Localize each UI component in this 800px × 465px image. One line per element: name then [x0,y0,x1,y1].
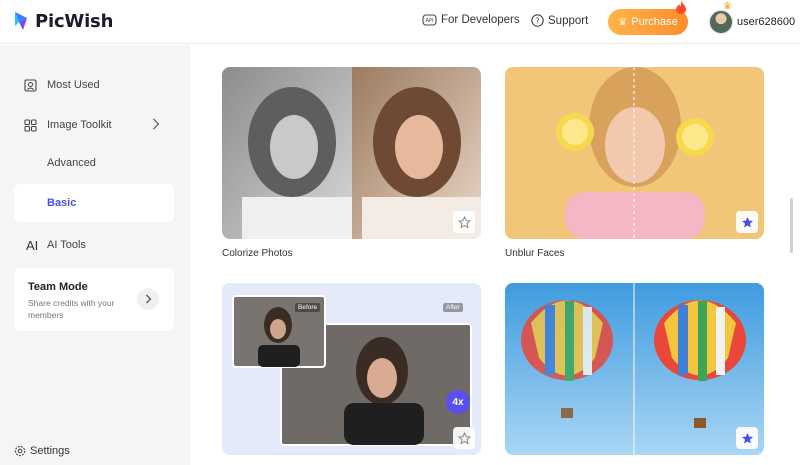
user-avatar[interactable] [709,10,733,34]
page-scrollbar[interactable] [790,198,793,253]
upscale-card[interactable]: Before After 4x [222,283,481,455]
favorite-star-icon[interactable] [453,211,475,233]
team-mode-title: Team Mode [28,281,88,293]
ai-icon: AI [26,237,39,253]
for-developers-link[interactable]: API For Developers [422,14,520,26]
favorite-star-icon[interactable] [736,211,758,233]
balloon-preview-image [505,283,764,455]
card-title: Unblur Faces [505,248,565,259]
vip-crown-icon: ♛ [723,1,732,12]
sidebar-item-label: Advanced [47,157,96,169]
chevron-right-icon[interactable] [137,288,159,310]
colorize-photos-card[interactable] [222,67,481,239]
sidebar-item-label: Basic [47,197,77,209]
top-header: PicWish API For Developers ? Support ♛ P… [0,0,800,44]
after-tag: After [443,303,463,312]
svg-text:?: ? [535,16,539,25]
balloon-enhance-card[interactable] [505,283,764,455]
settings-link[interactable]: Settings [14,445,70,457]
team-mode-description: Share credits with your members [28,298,115,320]
brand-name: PicWish [35,10,114,32]
help-circle-icon: ? [531,14,544,27]
sidebar-item-basic[interactable]: Basic [14,184,174,222]
unblur-faces-card[interactable] [505,67,764,239]
support-link[interactable]: ? Support [531,14,588,27]
grid-icon [24,118,46,132]
svg-text:API: API [426,18,434,24]
for-developers-label: For Developers [441,14,520,26]
bookmark-icon [24,78,46,92]
gear-icon [14,445,26,457]
crown-icon: ♛ [618,16,628,28]
sidebar: Most Used Image Toolkit Advanced Basic A… [0,45,190,465]
sidebar-item-advanced[interactable]: Advanced [14,145,174,181]
sidebar-item-most-used[interactable]: Most Used [14,67,174,103]
settings-label: Settings [30,445,70,457]
before-tag: Before [295,303,321,312]
unblur-preview-image [505,67,764,239]
card-title: Colorize Photos [222,248,293,259]
sidebar-item-label: Image Toolkit [47,119,112,131]
sidebar-item-ai-tools[interactable]: AI AI Tools [14,227,174,263]
picwish-logo-icon [15,12,27,30]
upscale-4x-badge: 4x [446,390,470,414]
colorize-preview-image [222,67,481,239]
chevron-right-icon [153,118,160,130]
support-label: Support [548,14,589,27]
fire-icon [676,1,686,14]
sidebar-item-label: Most Used [47,79,100,91]
brand-logo[interactable]: PicWish [13,10,113,32]
sidebar-item-label: AI Tools [47,239,86,251]
username[interactable]: user628600 [737,16,795,28]
favorite-star-icon[interactable] [736,427,758,449]
favorite-star-icon[interactable] [453,427,475,449]
team-mode-card[interactable]: Team Mode Share credits with your member… [14,268,174,331]
sidebar-item-image-toolkit[interactable]: Image Toolkit [14,107,174,143]
api-icon: API [422,14,437,26]
purchase-label: Purchase [631,16,678,28]
